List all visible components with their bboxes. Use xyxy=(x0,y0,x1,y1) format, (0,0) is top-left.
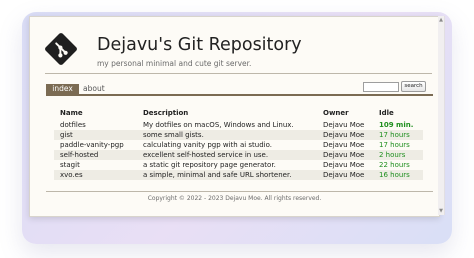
header-divider xyxy=(45,73,432,74)
repo-description: a static git repository page generator. xyxy=(143,160,323,170)
repo-link-paddle-vanity-pgp[interactable]: paddle-vanity-pgp xyxy=(60,141,124,149)
tab-about[interactable]: about xyxy=(83,84,105,94)
repo-description: excellent self-hosted service in use. xyxy=(143,150,323,160)
table-row[interactable]: self-hosted excellent self-hosted servic… xyxy=(54,150,423,160)
repo-link-xvo-es[interactable]: xvo.es xyxy=(60,171,83,179)
repo-link-stagit[interactable]: stagit xyxy=(60,161,80,169)
repo-owner: Dejavu Moe xyxy=(323,120,379,130)
repo-description: a simple, minimal and safe URL shortener… xyxy=(143,170,323,180)
footer-copyright: Copyright © 2022 - 2023 Dejavu Moe. All … xyxy=(147,195,322,202)
scroll-down-icon[interactable]: ▼ xyxy=(438,207,444,215)
repo-idle: 109 min. xyxy=(379,120,423,130)
repo-idle: 22 hours xyxy=(379,160,423,170)
table-row[interactable]: gist some small gists. Dejavu Moe 17 hou… xyxy=(54,130,423,140)
table-row[interactable]: dotfiles My dotfiles on macOS, Windows a… xyxy=(54,120,423,130)
browser-window: Dejavu's Git Repository my personal mini… xyxy=(29,16,440,217)
table-row[interactable]: stagit a static git repository page gene… xyxy=(54,160,423,170)
scroll-up-icon[interactable]: ▲ xyxy=(438,16,444,24)
search-input[interactable] xyxy=(363,82,399,92)
repo-description: calculating vanity pgp with ai studio. xyxy=(143,140,323,150)
footer-divider xyxy=(46,191,433,192)
repo-description: My dotfiles on macOS, Windows and Linux. xyxy=(143,120,323,130)
repo-owner: Dejavu Moe xyxy=(323,170,379,180)
repo-owner: Dejavu Moe xyxy=(323,150,379,160)
column-header-description: Description xyxy=(143,109,189,117)
vertical-scrollbar[interactable]: ▲ ▼ xyxy=(438,16,445,215)
repository-table: Name Description Owner Idle dotfiles My … xyxy=(54,108,423,180)
repo-description: some small gists. xyxy=(143,130,323,140)
table-row[interactable]: xvo.es a simple, minimal and safe URL sh… xyxy=(54,170,423,180)
repo-idle: 2 hours xyxy=(379,150,423,160)
repo-owner: Dejavu Moe xyxy=(323,140,379,150)
column-header-owner: Owner xyxy=(323,109,349,117)
repo-owner: Dejavu Moe xyxy=(323,160,379,170)
table-header-row: Name Description Owner Idle xyxy=(54,108,423,120)
search-button[interactable]: search xyxy=(401,81,426,92)
nav-underline xyxy=(46,94,433,96)
repo-link-self-hosted[interactable]: self-hosted xyxy=(60,151,98,159)
page-subtitle: my personal minimal and cute git server. xyxy=(97,59,252,68)
git-logo-icon[interactable] xyxy=(43,31,79,67)
repo-idle: 16 hours xyxy=(379,170,423,180)
column-header-name: Name xyxy=(60,109,83,117)
column-header-idle: Idle xyxy=(379,109,394,117)
page-title: Dejavu's Git Repository xyxy=(97,35,302,55)
tab-index[interactable]: index xyxy=(46,84,79,94)
repo-idle: 17 hours xyxy=(379,130,423,140)
repo-idle: 17 hours xyxy=(379,140,423,150)
table-row[interactable]: paddle-vanity-pgp calculating vanity pgp… xyxy=(54,140,423,150)
repo-link-gist[interactable]: gist xyxy=(60,131,73,139)
repo-owner: Dejavu Moe xyxy=(323,130,379,140)
repo-link-dotfiles[interactable]: dotfiles xyxy=(60,121,86,129)
